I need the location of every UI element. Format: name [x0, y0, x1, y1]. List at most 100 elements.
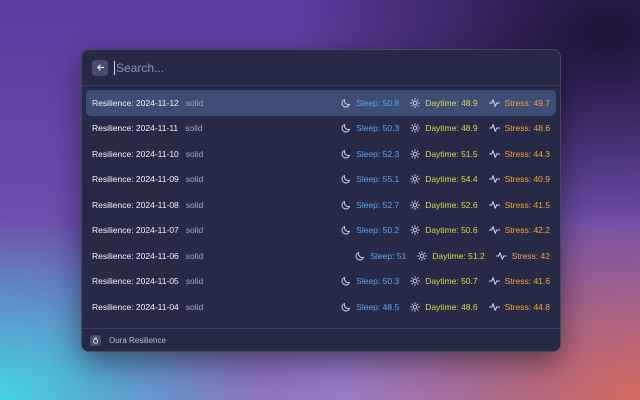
back-button[interactable]: [92, 59, 108, 76]
item-subtitle: solid: [185, 97, 204, 108]
daytime-accessory: Daytime: 52.6: [410, 199, 478, 210]
daytime-score: Daytime: 50.6: [425, 225, 478, 236]
item-title: Resilience: 2024-11-08: [92, 199, 179, 210]
sun-icon: [410, 301, 420, 312]
list-item[interactable]: Resilience: 2024-11-04 solid Sleep: 48.5 Da…: [86, 294, 556, 320]
stress-score: Stress: 44.8: [504, 301, 550, 312]
daytime-accessory: Daytime: 51.2: [417, 250, 485, 261]
search-input[interactable]: [116, 60, 496, 75]
list-item[interactable]: Resilience: 2024-11-10 solid Sleep: 52.3 Da…: [86, 141, 556, 167]
item-title: Resilience: 2024-11-11: [92, 123, 179, 134]
stress-score: Stress: 48.6: [504, 123, 550, 134]
sun-icon: [410, 123, 420, 134]
pulse-icon: [488, 302, 500, 311]
moon-icon: [341, 98, 351, 108]
stress-accessory: Stress: 40.9: [488, 174, 550, 184]
stress-accessory: Stress: 42.2: [488, 225, 550, 236]
item-title: Resilience: 2024-11-10: [92, 148, 179, 159]
daytime-score: Daytime: 48.6: [425, 301, 478, 312]
footer-app-name: Oura Resilience: [109, 335, 166, 345]
sleep-score: Sleep: 55.1: [356, 174, 400, 185]
item-subtitle: solid: [185, 276, 204, 287]
pulse-icon: [488, 200, 500, 209]
stress-score: Stress: 44.3: [504, 148, 550, 159]
sleep-score: Sleep: 50.2: [356, 225, 400, 236]
pulse-icon: [488, 226, 500, 235]
item-title: Resilience: 2024-11-12: [92, 97, 179, 108]
sleep-accessory: Sleep: 50.2: [341, 225, 399, 235]
daytime-score: Daytime: 51.2: [432, 250, 485, 261]
moon-icon: [341, 124, 351, 133]
pulse-icon: [488, 277, 500, 286]
moon-icon: [355, 251, 365, 261]
daytime-score: Daytime: 52.6: [425, 199, 478, 210]
item-subtitle: solid: [185, 174, 204, 185]
daytime-score: Daytime: 48.9: [425, 97, 478, 108]
sun-icon: [410, 225, 420, 236]
sun-icon: [410, 174, 420, 185]
results-list: Resilience: 2024-11-12 solid Sleep: 50.8 Da…: [82, 86, 560, 320]
daytime-accessory: Daytime: 50.7: [410, 276, 478, 287]
moon-icon: [341, 149, 351, 159]
sleep-score: Sleep: 50.3: [356, 123, 400, 134]
text-caret: [114, 60, 115, 75]
sleep-score: Sleep: 52.3: [356, 148, 400, 159]
daytime-score: Daytime: 48.9: [425, 123, 478, 134]
item-subtitle: solid: [185, 250, 204, 261]
item-title: Resilience: 2024-11-06: [92, 250, 179, 261]
list-item[interactable]: Resilience: 2024-11-05 solid Sleep: 50.3 Da…: [86, 269, 556, 295]
sleep-accessory: Sleep: 52.7: [341, 200, 399, 210]
list-item[interactable]: Resilience: 2024-11-08 solid Sleep: 52.7 Da…: [86, 192, 556, 218]
item-title: Resilience: 2024-11-05: [92, 276, 179, 287]
moon-icon: [341, 175, 351, 184]
item-subtitle: solid: [185, 148, 204, 159]
list-item[interactable]: Resilience: 2024-11-09 solid Sleep: 55.1 Da…: [86, 167, 556, 193]
stress-accessory: Stress: 42: [495, 251, 550, 261]
stress-score: Stress: 42.2: [504, 225, 550, 236]
moon-icon: [341, 277, 351, 286]
stress-score: Stress: 49.7: [504, 97, 550, 108]
stress-score: Stress: 41.6: [504, 276, 550, 287]
list-item[interactable]: Resilience: 2024-11-12 solid Sleep: 50.8 Da…: [86, 90, 556, 116]
stress-accessory: Stress: 41.6: [488, 276, 550, 287]
moon-icon: [341, 302, 351, 312]
moon-icon: [341, 200, 351, 210]
item-subtitle: solid: [185, 199, 204, 210]
sleep-score: Sleep: 51: [370, 250, 407, 261]
arrow-left-icon: [96, 64, 104, 71]
daytime-accessory: Daytime: 51.5: [410, 148, 478, 159]
footer-bar: Oura Resilience: [82, 328, 560, 351]
pulse-icon: [488, 149, 500, 158]
item-subtitle: solid: [185, 301, 204, 312]
list-item[interactable]: Resilience: 2024-11-11 solid Sleep: 50.3 Da…: [86, 116, 556, 142]
sleep-score: Sleep: 50.3: [356, 276, 400, 287]
sleep-accessory: Sleep: 51: [355, 251, 406, 261]
moon-icon: [341, 226, 351, 235]
daytime-score: Daytime: 54.4: [425, 174, 478, 185]
daytime-accessory: Daytime: 48.9: [410, 123, 478, 134]
daytime-accessory: Daytime: 50.6: [410, 225, 478, 236]
sun-icon: [417, 250, 428, 261]
stress-accessory: Stress: 49.7: [488, 97, 550, 108]
sun-icon: [410, 97, 420, 108]
sun-icon: [410, 199, 420, 210]
sun-icon: [410, 148, 420, 159]
stress-accessory: Stress: 44.8: [488, 301, 550, 312]
sleep-accessory: Sleep: 48.5: [341, 302, 399, 312]
item-title: Resilience: 2024-11-04: [92, 301, 179, 312]
item-subtitle: solid: [185, 225, 204, 236]
oura-ring-icon: [90, 334, 101, 346]
sleep-score: Sleep: 52.7: [356, 199, 400, 210]
sleep-accessory: Sleep: 52.3: [341, 149, 399, 159]
daytime-score: Daytime: 50.7: [425, 276, 478, 287]
item-subtitle: solid: [185, 123, 203, 134]
daytime-score: Daytime: 51.5: [425, 148, 478, 159]
item-title: Resilience: 2024-11-09: [92, 174, 179, 185]
list-item[interactable]: Resilience: 2024-11-06 solid Sleep: 51 Dayt…: [86, 243, 556, 269]
sleep-accessory: Sleep: 55.1: [341, 174, 399, 184]
sun-icon: [410, 276, 420, 287]
sleep-score: Sleep: 48.5: [356, 301, 400, 312]
list-item[interactable]: Resilience: 2024-11-07 solid Sleep: 50.2 Da…: [86, 218, 556, 244]
daytime-accessory: Daytime: 54.4: [410, 174, 478, 185]
daytime-accessory: Daytime: 48.9: [410, 97, 478, 108]
